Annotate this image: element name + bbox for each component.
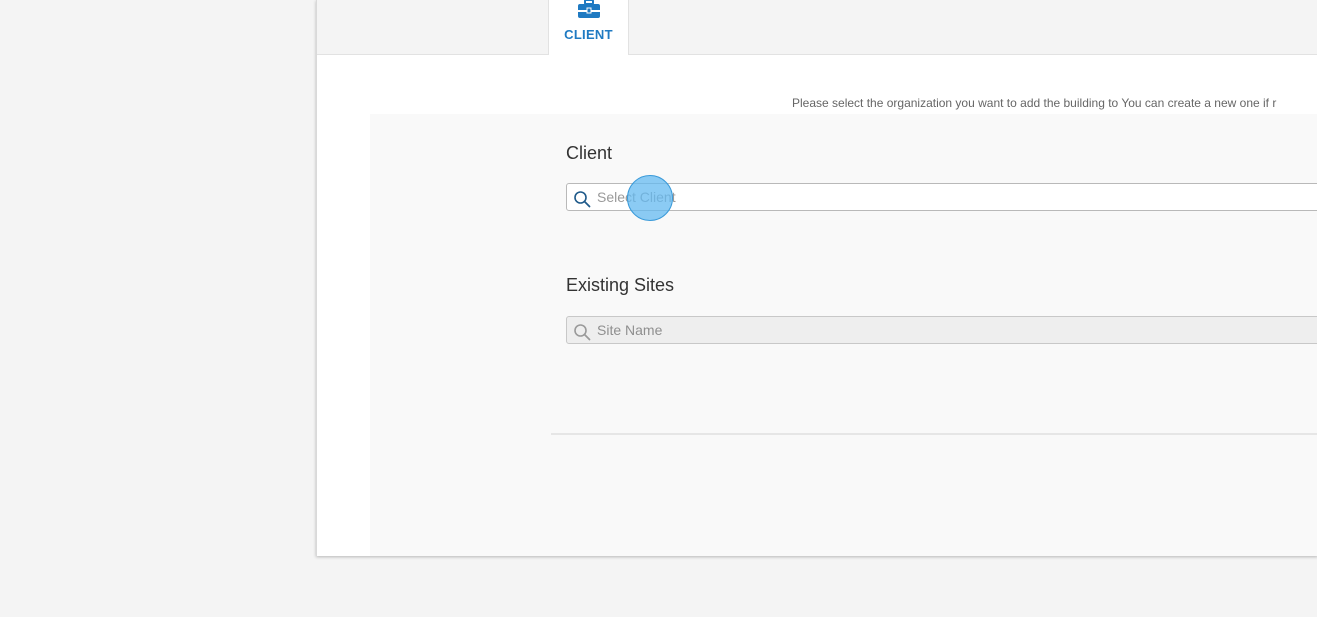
add-building-dialog: CLIENT Please select the organization yo… bbox=[316, 0, 1317, 556]
existing-sites-label: Existing Sites bbox=[566, 275, 675, 295]
client-search-box[interactable] bbox=[566, 183, 1317, 211]
search-icon bbox=[574, 324, 591, 341]
tab-client-label: CLIENT bbox=[564, 27, 613, 42]
site-name-input[interactable] bbox=[597, 317, 1297, 343]
search-icon bbox=[574, 191, 591, 208]
form-panel: Client Existing Sites bbox=[370, 114, 1317, 556]
briefcase-icon bbox=[578, 0, 600, 18]
section-divider bbox=[551, 433, 1317, 435]
tab-bar: CLIENT bbox=[317, 0, 1317, 55]
client-search-input[interactable] bbox=[597, 184, 1297, 210]
instructions-text: Please select the organization you want … bbox=[792, 96, 1277, 110]
site-search-box[interactable] bbox=[566, 316, 1317, 344]
client-label: Client bbox=[566, 143, 613, 163]
tab-client[interactable]: CLIENT bbox=[548, 0, 629, 55]
